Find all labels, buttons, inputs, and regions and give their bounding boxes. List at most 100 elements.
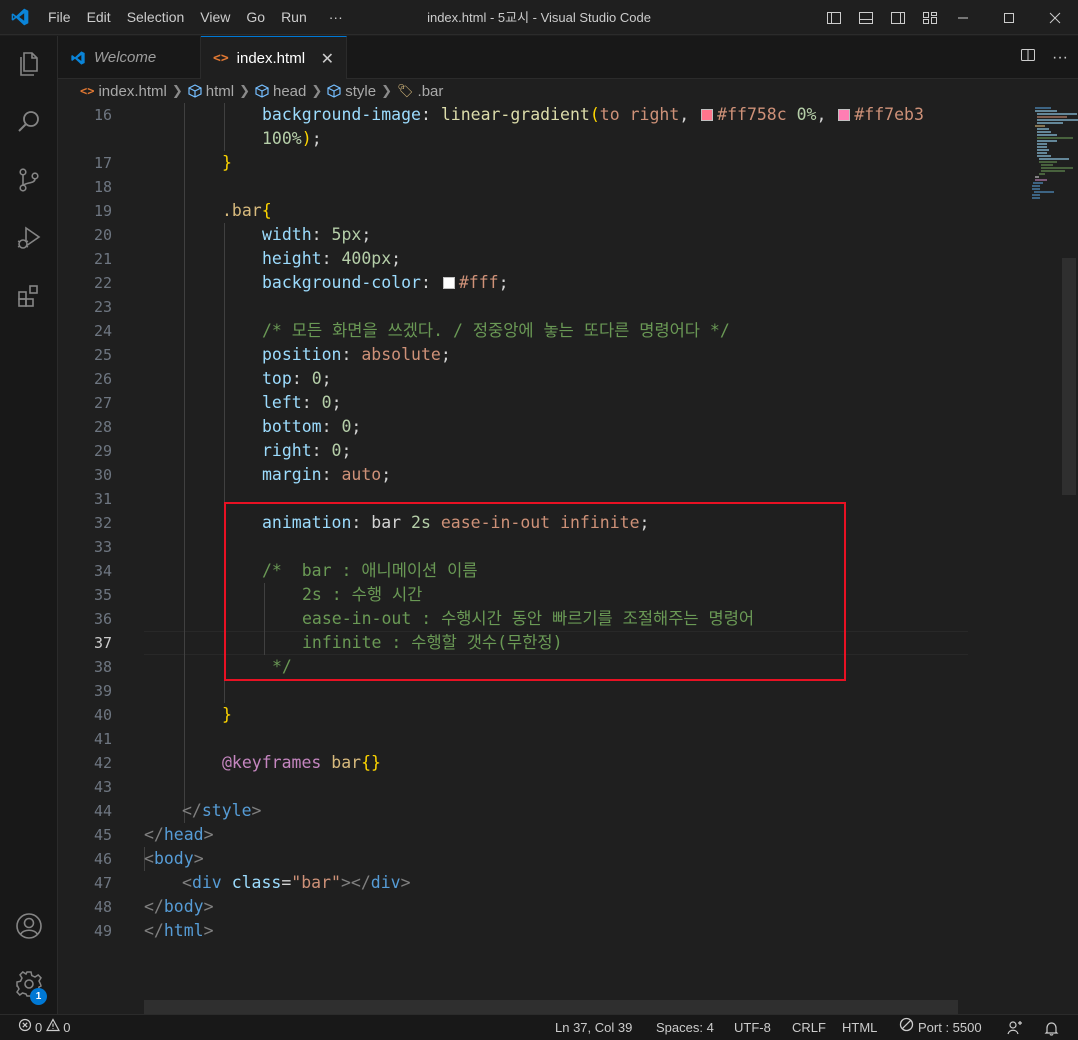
line-number: 34 [93, 562, 112, 580]
title-bar: File Edit Selection View Go Run ··· inde… [0, 0, 1078, 35]
minimap-line [1035, 125, 1045, 127]
menu-go[interactable]: Go [238, 0, 273, 35]
code-line: background-image: linear-gradient(to rig… [262, 105, 924, 124]
code-editor[interactable]: 16 17 18 19 20 21 22 23 24 25 26 27 28 2… [58, 103, 1078, 1014]
extensions-icon[interactable] [0, 272, 58, 320]
minimap-line [1037, 122, 1063, 124]
line-number: 39 [93, 682, 112, 700]
search-icon[interactable] [0, 98, 58, 146]
minimap-line [1041, 170, 1065, 172]
menu-more[interactable]: ··· [315, 0, 351, 35]
line-number: 38 [93, 658, 112, 676]
vscode-logo-icon[interactable] [0, 0, 40, 35]
tab-welcome[interactable]: Welcome [58, 36, 201, 79]
toggle-secondary-sidebar-icon[interactable] [882, 0, 914, 35]
minimap-line [1037, 146, 1047, 148]
minimap-line [1035, 110, 1057, 112]
breadcrumb-html[interactable]: html [188, 83, 234, 100]
explorer-icon[interactable] [0, 40, 58, 88]
line-number: 21 [93, 250, 112, 268]
warning-count: 0 [63, 1020, 71, 1035]
line-number: 36 [93, 610, 112, 628]
html-file-icon: <> [213, 51, 229, 66]
code-line: right: 0; [262, 441, 352, 460]
minimap-line [1035, 179, 1047, 181]
code-line: background-color: #fff; [262, 273, 509, 292]
tab-index-html[interactable]: <> index.html ✕ [201, 36, 347, 80]
line-number: 35 [93, 586, 112, 604]
vertical-scrollbar[interactable] [1062, 258, 1076, 495]
code-line: left: 0; [262, 393, 342, 412]
language-mode[interactable]: HTML [842, 1015, 877, 1040]
minimap-line [1037, 140, 1057, 142]
code-line: position: absolute; [262, 345, 451, 364]
line-number: 30 [93, 466, 112, 484]
close-tab-icon[interactable]: ✕ [321, 49, 334, 69]
split-editor-icon[interactable] [1020, 47, 1036, 68]
line-number: 40 [93, 706, 112, 724]
breadcrumb-bar-label: .bar [417, 82, 444, 100]
close-window-icon[interactable] [1032, 0, 1078, 35]
menu-view[interactable]: View [192, 0, 238, 35]
color-swatch[interactable] [701, 109, 714, 121]
end-of-line[interactable]: CRLF [792, 1015, 826, 1040]
minimap-line [1035, 107, 1051, 109]
indent-guide [184, 103, 185, 823]
chevron-right-icon: ❯ [311, 83, 323, 98]
live-server-port[interactable]: Port : 5500 [899, 1015, 982, 1040]
menu-edit[interactable]: Edit [79, 0, 119, 35]
encoding[interactable]: UTF-8 [734, 1015, 771, 1040]
breadcrumb-head[interactable]: head [255, 83, 306, 100]
minimap-line [1037, 143, 1047, 145]
breadcrumb-file[interactable]: <> index.html [80, 83, 167, 100]
toggle-panel-icon[interactable] [850, 0, 882, 35]
minimap-line [1039, 173, 1045, 175]
tab-index-html-label: index.html [236, 50, 306, 67]
problems-indicator[interactable]: 0 0 [18, 1015, 70, 1040]
run-debug-icon[interactable] [0, 214, 58, 262]
indentation[interactable]: Spaces: 4 [656, 1015, 714, 1040]
more-actions-icon[interactable]: ··· [1052, 49, 1068, 67]
settings-gear-icon[interactable] [0, 960, 58, 1008]
symbol-element-icon [255, 84, 269, 98]
minimap[interactable] [968, 103, 1078, 1014]
account-icon[interactable] [0, 902, 58, 950]
menu-selection[interactable]: Selection [119, 0, 193, 35]
breadcrumb-style-label: style [345, 82, 377, 100]
menu-run[interactable]: Run [273, 0, 315, 35]
no-entry-icon [899, 1015, 914, 1040]
breadcrumb-head-label: head [272, 82, 307, 100]
cursor-position[interactable]: Ln 37, Col 39 [555, 1015, 632, 1040]
warning-icon [46, 1015, 61, 1040]
minimize-icon[interactable] [940, 0, 986, 35]
line-number: 46 [93, 850, 112, 868]
line-number: 29 [93, 442, 112, 460]
minimap-line [1033, 182, 1043, 184]
minimap-line [1034, 191, 1054, 193]
minimap-line [1037, 134, 1057, 136]
line-number: 23 [93, 298, 112, 316]
notifications-bell-icon[interactable] [1044, 1015, 1059, 1040]
color-swatch[interactable] [838, 109, 851, 121]
color-swatch[interactable] [442, 277, 455, 289]
toggle-primary-sidebar-icon[interactable] [818, 0, 850, 35]
code-line: </body> [144, 897, 214, 916]
line-number: 16 [93, 106, 112, 124]
maximize-icon[interactable] [986, 0, 1032, 35]
horizontal-scrollbar[interactable] [144, 1000, 958, 1014]
accounts-feedback-icon[interactable] [1007, 1015, 1023, 1040]
indent-guide [224, 103, 225, 151]
minimap-line [1039, 161, 1057, 163]
breadcrumb-bar[interactable]: 🏷 .bar [397, 83, 443, 100]
editor-actions: ··· [1020, 36, 1068, 79]
code-line: .bar{ [222, 201, 272, 220]
source-control-icon[interactable] [0, 156, 58, 204]
breadcrumb: <> index.html ❯ html ❯ head ❯ style ❯ 🏷 .b… [58, 79, 1078, 103]
code-line: height: 400px; [262, 249, 402, 268]
line-number: 49 [93, 922, 112, 940]
breadcrumb-style[interactable]: style [327, 83, 376, 100]
chevron-right-icon: ❯ [381, 83, 393, 98]
menu-file[interactable]: File [40, 0, 79, 35]
line-number: 28 [93, 418, 112, 436]
tab-welcome-label: Welcome [94, 49, 157, 66]
